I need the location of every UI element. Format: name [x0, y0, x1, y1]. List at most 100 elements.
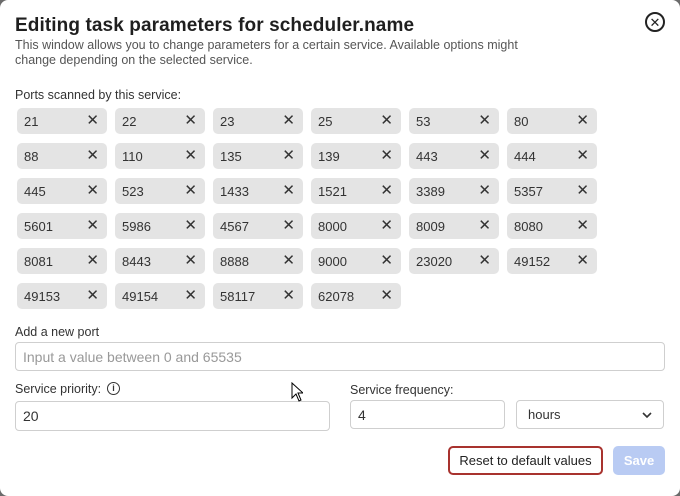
port-value: 5357	[514, 184, 543, 199]
port-chip: 23020 ✕	[409, 248, 499, 274]
port-value: 53	[416, 114, 431, 129]
remove-port-icon[interactable]: ✕	[478, 216, 491, 234]
port-chip: 1521 ✕	[311, 178, 401, 204]
port-value: 8000	[318, 219, 347, 234]
reset-defaults-button[interactable]: Reset to default values	[448, 446, 603, 475]
port-chip: 5986 ✕	[115, 213, 205, 239]
remove-port-icon[interactable]: ✕	[478, 146, 491, 164]
port-value: 110	[122, 149, 143, 164]
remove-port-icon[interactable]: ✕	[184, 146, 197, 164]
port-chip: 8000 ✕	[311, 213, 401, 239]
remove-port-icon[interactable]: ✕	[184, 251, 197, 269]
port-chip: 8888 ✕	[213, 248, 303, 274]
port-value: 49154	[122, 289, 159, 304]
save-button[interactable]: Save	[613, 446, 665, 475]
remove-port-icon[interactable]: ✕	[380, 111, 393, 129]
port-chip: 21 ✕	[17, 108, 107, 134]
remove-port-icon[interactable]: ✕	[478, 111, 491, 129]
port-chip: 8081 ✕	[17, 248, 107, 274]
port-chip: 80 ✕	[507, 108, 597, 134]
remove-port-icon[interactable]: ✕	[478, 251, 491, 269]
remove-port-icon[interactable]: ✕	[380, 286, 393, 304]
remove-port-icon[interactable]: ✕	[282, 251, 295, 269]
port-value: 8443	[122, 254, 151, 269]
remove-port-icon[interactable]: ✕	[380, 251, 393, 269]
port-chip: 49153 ✕	[17, 283, 107, 309]
remove-port-icon[interactable]: ✕	[282, 286, 295, 304]
port-value: 21	[24, 114, 39, 129]
port-chip: 139 ✕	[311, 143, 401, 169]
priority-label: Service priority:	[15, 382, 102, 396]
frequency-unit-select[interactable]: hours	[516, 400, 664, 429]
remove-port-icon[interactable]: ✕	[86, 181, 99, 199]
port-chip: 523 ✕	[115, 178, 205, 204]
port-chip: 445 ✕	[17, 178, 107, 204]
port-chip: 88 ✕	[17, 143, 107, 169]
edit-task-dialog: Editing task parameters for scheduler.na…	[0, 0, 680, 496]
port-chip: 444 ✕	[507, 143, 597, 169]
remove-port-icon[interactable]: ✕	[184, 286, 197, 304]
info-icon[interactable]: i	[107, 382, 120, 395]
port-value: 5601	[24, 219, 53, 234]
port-value: 88	[24, 149, 39, 164]
port-chip: 4567 ✕	[213, 213, 303, 239]
port-chip: 5357 ✕	[507, 178, 597, 204]
port-value: 8009	[416, 219, 445, 234]
priority-input[interactable]	[15, 401, 330, 431]
port-value: 9000	[318, 254, 347, 269]
port-value: 135	[220, 149, 242, 164]
remove-port-icon[interactable]: ✕	[86, 251, 99, 269]
port-value: 139	[318, 149, 340, 164]
port-chip: 110 ✕	[115, 143, 205, 169]
remove-port-icon[interactable]: ✕	[380, 216, 393, 234]
chevron-down-icon	[641, 405, 653, 428]
remove-port-icon[interactable]: ✕	[576, 216, 589, 234]
port-chip: 58117 ✕	[213, 283, 303, 309]
port-value: 22	[122, 114, 137, 129]
port-value: 1521	[318, 184, 347, 199]
port-value: 8080	[514, 219, 543, 234]
remove-port-icon[interactable]: ✕	[478, 181, 491, 199]
port-chip: 23 ✕	[213, 108, 303, 134]
remove-port-icon[interactable]: ✕	[576, 111, 589, 129]
port-chip: 3389 ✕	[409, 178, 499, 204]
remove-port-icon[interactable]: ✕	[184, 216, 197, 234]
port-value: 80	[514, 114, 529, 129]
port-chip: 5601 ✕	[17, 213, 107, 239]
port-value: 25	[318, 114, 333, 129]
remove-port-icon[interactable]: ✕	[86, 111, 99, 129]
remove-port-icon[interactable]: ✕	[282, 216, 295, 234]
remove-port-icon[interactable]: ✕	[282, 111, 295, 129]
new-port-label: Add a new port	[15, 325, 100, 339]
remove-port-icon[interactable]: ✕	[576, 181, 589, 199]
remove-port-icon[interactable]: ✕	[576, 146, 589, 164]
port-chip: 8009 ✕	[409, 213, 499, 239]
port-value: 3389	[416, 184, 445, 199]
port-value: 49153	[24, 289, 61, 304]
remove-port-icon[interactable]: ✕	[576, 251, 589, 269]
dialog-title: Editing task parameters for scheduler.na…	[15, 15, 415, 36]
remove-port-icon[interactable]: ✕	[282, 146, 295, 164]
remove-port-icon[interactable]: ✕	[380, 146, 393, 164]
port-chip: 62078 ✕	[311, 283, 401, 309]
remove-port-icon[interactable]: ✕	[86, 216, 99, 234]
port-chip: 22 ✕	[115, 108, 205, 134]
port-value: 445	[24, 184, 46, 199]
port-value: 1433	[220, 184, 249, 199]
remove-port-icon[interactable]: ✕	[184, 181, 197, 199]
port-chip: 49154 ✕	[115, 283, 205, 309]
port-value: 62078	[318, 289, 355, 304]
close-icon[interactable]: ✕	[645, 12, 665, 32]
remove-port-icon[interactable]: ✕	[184, 111, 197, 129]
port-value: 443	[416, 149, 438, 164]
remove-port-icon[interactable]: ✕	[282, 181, 295, 199]
frequency-input[interactable]	[350, 400, 505, 429]
port-value: 49152	[514, 254, 551, 269]
remove-port-icon[interactable]: ✕	[86, 286, 99, 304]
port-chip: 9000 ✕	[311, 248, 401, 274]
remove-port-icon[interactable]: ✕	[86, 146, 99, 164]
dialog-subtitle: This window allows you to change paramet…	[15, 38, 518, 67]
remove-port-icon[interactable]: ✕	[380, 181, 393, 199]
port-chip: 49152 ✕	[507, 248, 597, 274]
new-port-input[interactable]	[15, 342, 665, 371]
